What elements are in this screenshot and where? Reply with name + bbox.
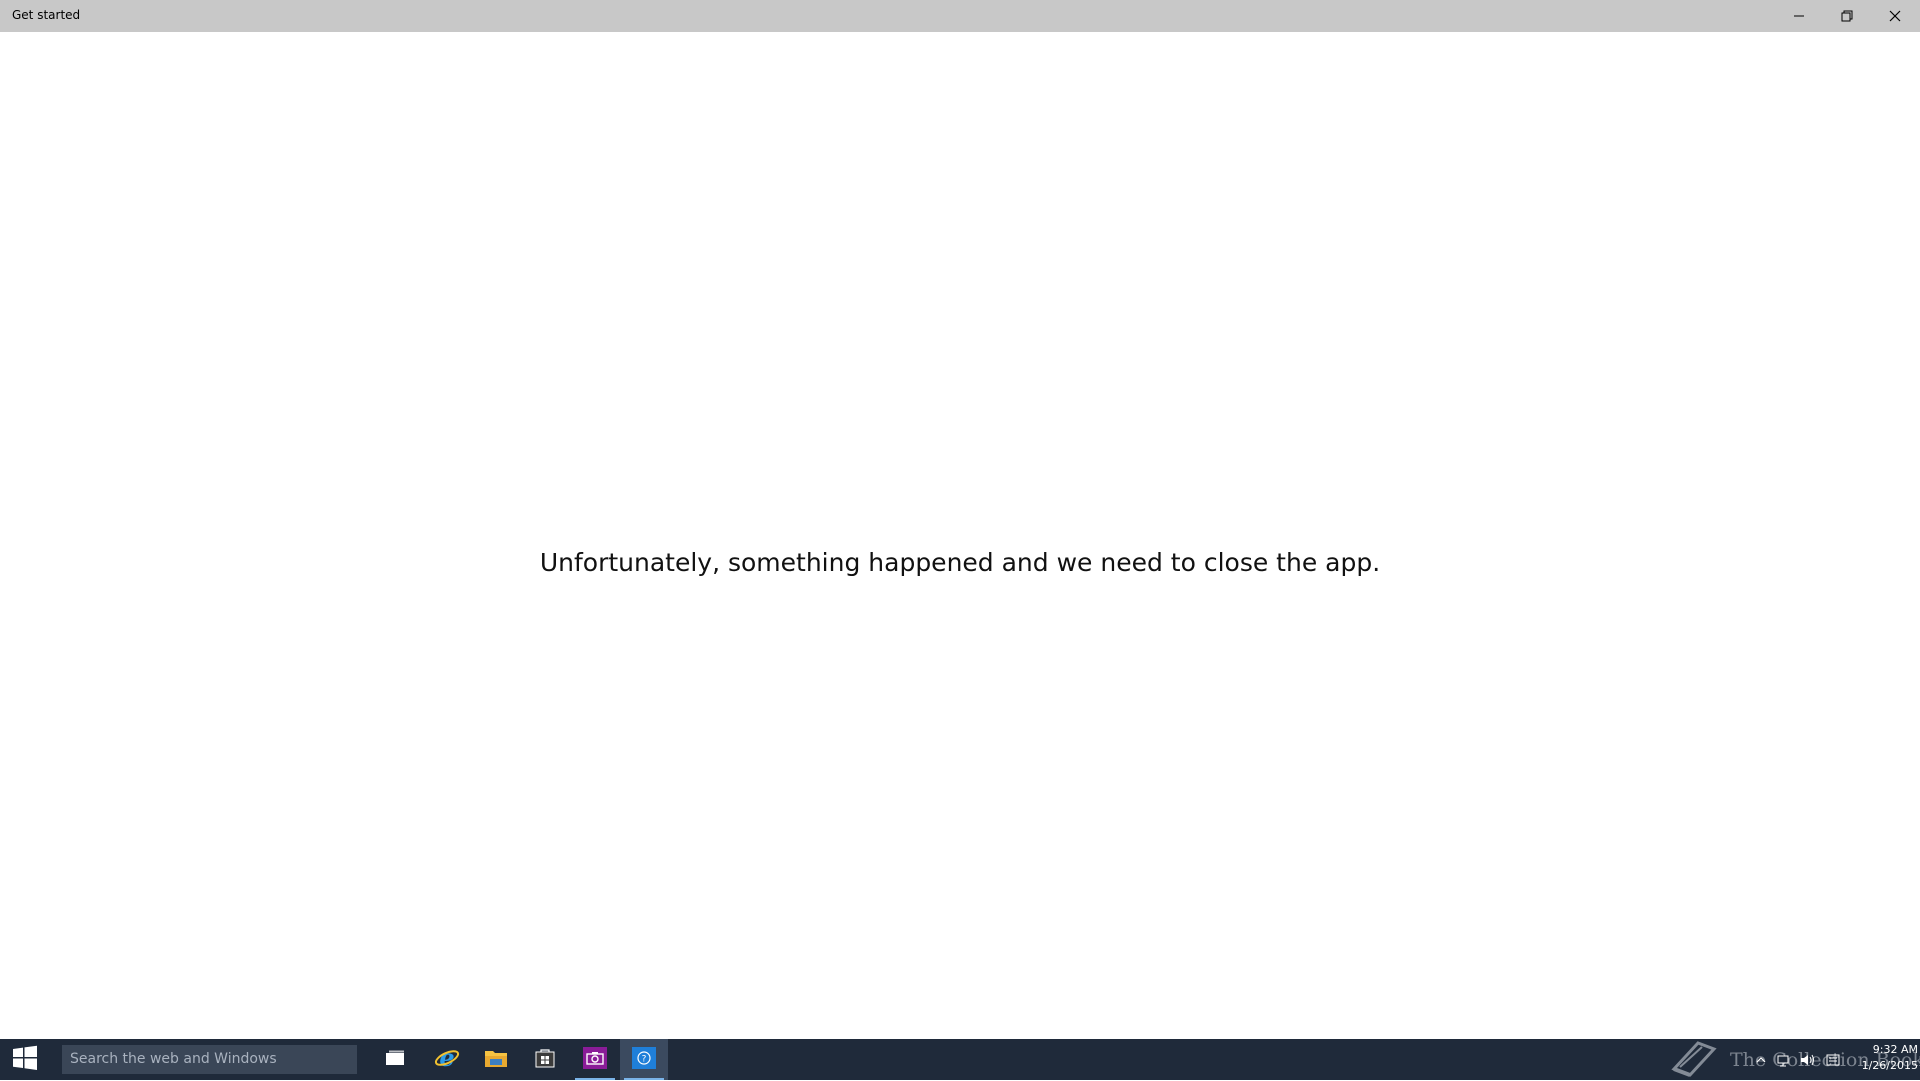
app-content: Unfortunately, something happened and we… xyxy=(0,32,1920,1039)
chevron-up-icon[interactable] xyxy=(1756,1056,1766,1064)
search-input[interactable]: Search the web and Windows xyxy=(62,1045,357,1074)
store-button[interactable] xyxy=(521,1039,569,1080)
restore-icon xyxy=(1841,10,1853,22)
error-message: Unfortunately, something happened and we… xyxy=(539,548,1381,577)
start-button[interactable] xyxy=(0,1039,50,1080)
task-view-icon xyxy=(384,1049,406,1071)
windows-logo-icon xyxy=(12,1045,38,1075)
book-icon xyxy=(1668,1039,1720,1081)
volume-icon[interactable] xyxy=(1800,1053,1816,1067)
internet-explorer-button[interactable]: e xyxy=(423,1039,471,1080)
close-icon xyxy=(1889,10,1901,22)
svg-text:?: ? xyxy=(642,1054,647,1064)
svg-text:e: e xyxy=(439,1045,454,1071)
clock-time: 9:32 AM xyxy=(1872,1043,1918,1056)
store-icon xyxy=(534,1047,556,1073)
file-explorer-button[interactable] xyxy=(472,1039,520,1080)
minimize-button[interactable] xyxy=(1775,0,1823,32)
minimize-icon xyxy=(1793,10,1805,22)
network-icon[interactable] xyxy=(1776,1053,1790,1067)
get-started-button[interactable]: ? xyxy=(620,1039,668,1080)
title-bar[interactable]: Get started xyxy=(0,0,1920,32)
taskbar: Search the web and Windows e ? The Colle… xyxy=(0,1039,1920,1080)
internet-explorer-icon: e xyxy=(434,1043,460,1075)
clock[interactable]: 9:32 AM 1/26/2015 xyxy=(1836,1042,1918,1074)
window-title: Get started xyxy=(12,8,81,22)
clock-date: 1/26/2015 xyxy=(1861,1059,1918,1072)
file-explorer-icon xyxy=(484,1047,508,1073)
restore-button[interactable] xyxy=(1823,0,1871,32)
camera-button[interactable] xyxy=(571,1039,619,1080)
close-button[interactable] xyxy=(1871,0,1919,32)
get-started-icon: ? xyxy=(632,1046,656,1073)
camera-icon xyxy=(583,1046,607,1073)
task-view-button[interactable] xyxy=(371,1039,419,1080)
system-tray xyxy=(1740,1039,1840,1080)
